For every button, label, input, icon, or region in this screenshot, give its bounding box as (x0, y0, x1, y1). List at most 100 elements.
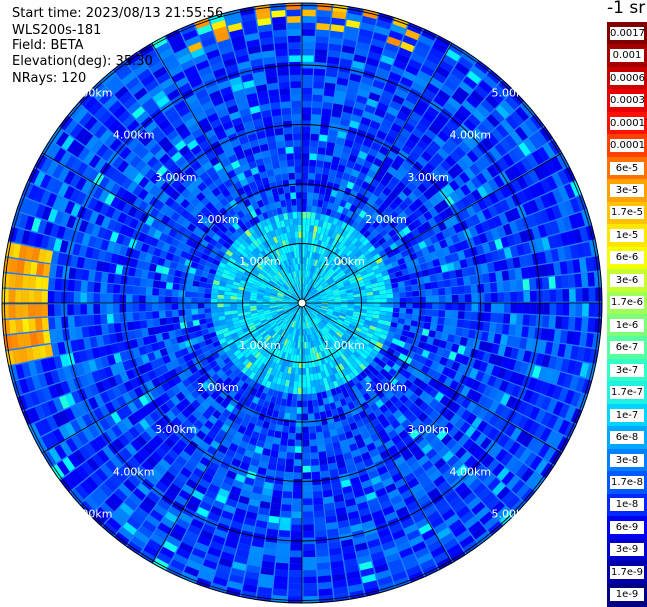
data-cell (54, 278, 62, 291)
data-cell (464, 285, 472, 294)
data-cell (373, 306, 381, 311)
data-cell (309, 159, 317, 167)
data-cell (398, 286, 406, 293)
data-cell (86, 304, 94, 315)
data-cell (497, 303, 505, 313)
data-cell (308, 179, 315, 187)
data-cell (302, 126, 311, 134)
data-cell (464, 303, 472, 311)
data-cell (569, 288, 576, 302)
data-cell (418, 309, 426, 316)
data-cell (290, 544, 302, 551)
data-cell (316, 431, 324, 440)
data-cell (99, 293, 107, 303)
data-cell (312, 478, 322, 486)
data-cell (461, 267, 470, 277)
data-cell (451, 294, 459, 303)
data-cell (153, 272, 162, 281)
data-cell (324, 502, 335, 511)
data-cell (451, 303, 459, 311)
data-cell (302, 244, 305, 251)
data-cell (302, 100, 312, 108)
data-cell (273, 582, 288, 590)
data-cell (288, 432, 296, 440)
data-cell (165, 289, 173, 297)
data-cell (287, 445, 295, 453)
data-cell (412, 296, 420, 303)
data-cell (309, 432, 317, 440)
data-cell (308, 406, 314, 414)
data-cell (312, 399, 319, 407)
data-cell (125, 294, 133, 303)
data-cell (293, 380, 298, 388)
data-cell (172, 283, 180, 290)
data-cell (311, 120, 321, 128)
data-cell (158, 288, 166, 296)
data-cell (311, 465, 320, 473)
data-cell (302, 478, 312, 486)
data-cell (302, 433, 310, 440)
data-cell (296, 420, 302, 427)
data-cell (508, 269, 516, 281)
data-cell (548, 316, 556, 329)
data-cell (302, 407, 308, 414)
data-cell (366, 306, 374, 311)
data-cell (497, 292, 505, 302)
data-cell (302, 192, 308, 199)
data-cell (302, 87, 313, 95)
data-cell (442, 271, 450, 280)
data-cell (282, 491, 293, 499)
data-cell (302, 348, 305, 356)
data-cell (303, 491, 313, 499)
data-cell (418, 290, 426, 297)
data-cell (477, 303, 485, 312)
data-cell (445, 303, 452, 311)
data-cell (516, 314, 524, 325)
data-cell (325, 69, 338, 78)
data-cell (313, 406, 320, 414)
data-cell (178, 309, 186, 316)
data-cell (406, 303, 413, 309)
data-cell (445, 295, 452, 303)
data-cell (317, 575, 332, 583)
data-cell (322, 483, 332, 491)
data-cell (302, 355, 306, 362)
data-cell (317, 444, 326, 453)
data-cell (133, 320, 141, 330)
data-cell (266, 528, 279, 537)
data-cell (268, 515, 280, 524)
data-cell (302, 420, 309, 427)
data-cell (309, 146, 318, 154)
data-cell (107, 273, 115, 284)
data-cell (303, 485, 312, 493)
data-cell (15, 304, 22, 318)
data-cell (274, 569, 288, 577)
data-cell (302, 120, 311, 128)
data-cell (393, 297, 400, 303)
data-cell (275, 470, 285, 479)
data-cell (582, 303, 589, 317)
data-cell (106, 283, 114, 294)
data-cell (302, 159, 309, 167)
data-cell (324, 154, 333, 163)
data-cell (284, 471, 294, 479)
data-cell (307, 198, 313, 206)
data-cell (41, 317, 49, 331)
data-cell (430, 316, 439, 324)
data-cell (314, 179, 321, 187)
data-cell (185, 315, 193, 322)
data-cell (284, 412, 291, 420)
data-cell (119, 294, 127, 303)
data-cell (28, 290, 35, 303)
data-cell (523, 291, 531, 302)
data-cell (100, 314, 108, 325)
data-cell (311, 471, 321, 479)
data-cell (288, 583, 302, 590)
data-cell (35, 276, 43, 290)
data-cell (152, 288, 160, 296)
data-cell (223, 307, 231, 312)
data-cell (305, 224, 310, 232)
data-cell (437, 317, 445, 325)
data-cell (314, 523, 326, 531)
data-cell (595, 303, 602, 318)
